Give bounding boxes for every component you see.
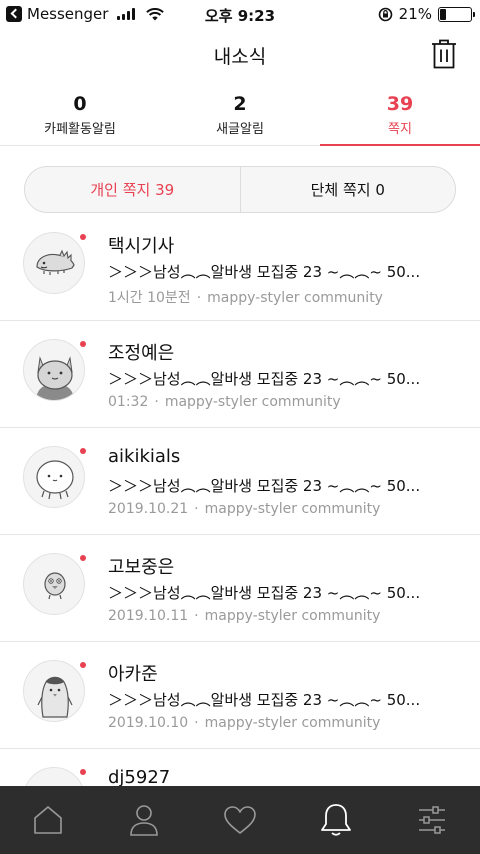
notification-category-tabs: 0 카페활동알림 2 새글알림 39 쪽지 xyxy=(0,88,480,146)
unread-dot xyxy=(80,662,86,668)
message-time: 2019.10.10 xyxy=(108,715,189,731)
tab-messages[interactable]: 39 쪽지 xyxy=(320,88,480,146)
battery-level-fill xyxy=(440,8,446,20)
sender-name: dj5927 xyxy=(108,767,171,788)
tab-profile[interactable] xyxy=(96,786,192,854)
home-icon xyxy=(34,806,62,834)
message-source: mappy-styler community xyxy=(164,394,341,410)
unread-dot xyxy=(80,555,86,561)
back-to-app-icon[interactable] xyxy=(6,6,22,22)
status-bar: Messenger 오후 9:23 21% xyxy=(0,0,480,28)
battery-icon xyxy=(438,6,475,22)
tab-new-posts[interactable]: 2 새글알림 xyxy=(160,88,320,145)
message-meta: 1시간 10분전 · mappy-styler community xyxy=(108,290,383,306)
message-preview: ＞＞＞남성︵︵알바생 모집중 23 ~︵︵~ 50... xyxy=(108,691,421,709)
header: 내소식 xyxy=(0,28,480,82)
ghost-avatar-icon xyxy=(36,460,74,500)
message-row[interactable]: 아카준 ＞＞＞남성︵︵알바생 모집중 23 ~︵︵~ 50... 2019.10… xyxy=(0,642,480,749)
unread-dot xyxy=(80,341,86,347)
person-icon xyxy=(130,805,158,836)
message-source: mappy-styler community xyxy=(204,608,381,624)
battery-percent: 21% xyxy=(398,5,432,23)
message-meta: 2019.10.21 · mappy-styler community xyxy=(108,501,381,517)
bell-icon xyxy=(321,804,351,836)
message-row[interactable]: aikikials ＞＞＞남성︵︵알바생 모집중 23 ~︵︵~ 50... 2… xyxy=(0,428,480,535)
dinosaur-avatar-icon xyxy=(36,249,75,275)
unread-dot xyxy=(80,448,86,454)
penguin-avatar-icon xyxy=(37,676,73,718)
cellular-signal-icon xyxy=(117,8,136,20)
messages-count: 39 xyxy=(386,93,414,115)
group-messages-button[interactable]: 단체 쪽지 0 xyxy=(239,167,456,212)
rotation-lock-icon xyxy=(378,7,392,21)
avatar[interactable] xyxy=(23,446,85,508)
message-preview: ＞＞＞남성︵︵알바생 모집중 23 ~︵︵~ 50... xyxy=(108,584,421,602)
message-meta: 2019.10.10 · mappy-styler community xyxy=(108,715,381,731)
message-time: 2019.10.21 xyxy=(108,501,189,517)
message-preview: ＞＞＞남성︵︵알바생 모집중 23 ~︵︵~ 50... xyxy=(108,370,421,388)
message-source: mappy-styler community xyxy=(204,501,381,517)
cat-avatar-icon xyxy=(36,356,74,400)
settings-sliders-icon xyxy=(419,806,445,834)
new-posts-count: 2 xyxy=(233,93,247,115)
page-title: 내소식 xyxy=(213,46,267,68)
heart-icon xyxy=(224,806,256,834)
message-row[interactable]: 택시기사 ＞＞＞남성︵︵알바생 모집중 23 ~︵︵~ 50... 1시간 10… xyxy=(0,214,480,321)
message-meta: 2019.10.11 · mappy-styler community xyxy=(108,608,381,624)
unread-dot xyxy=(80,234,86,240)
sender-name: 조정예은 xyxy=(108,343,175,364)
sender-name: 고보중은 xyxy=(108,557,175,578)
trash-icon[interactable] xyxy=(430,38,458,70)
back-app-name[interactable]: Messenger xyxy=(27,5,108,23)
message-row[interactable]: 고보중은 ＞＞＞남성︵︵알바생 모집중 23 ~︵︵~ 50... 2019.1… xyxy=(0,535,480,642)
message-source: mappy-styler community xyxy=(204,715,381,731)
message-time: 01:32 xyxy=(108,394,149,410)
cafe-activity-label: 카페활동알림 xyxy=(44,122,116,137)
tab-favorites[interactable] xyxy=(192,786,288,854)
sender-name: 아카준 xyxy=(108,664,158,685)
message-list: 택시기사 ＞＞＞남성︵︵알바생 모집중 23 ~︵︵~ 50... 1시간 10… xyxy=(0,214,480,854)
tab-settings[interactable] xyxy=(384,786,480,854)
message-row[interactable]: 조정예은 ＞＞＞남성︵︵알바생 모집중 23 ~︵︵~ 50... 01:32 ·… xyxy=(0,321,480,428)
tab-cafe-activity[interactable]: 0 카페활동알림 xyxy=(0,88,160,145)
personal-messages-button[interactable]: 개인 쪽지 39 xyxy=(25,167,240,212)
wifi-icon xyxy=(146,7,165,20)
new-posts-label: 새글알림 xyxy=(216,122,264,137)
message-meta: 01:32 · mappy-styler community xyxy=(108,394,341,410)
avatar[interactable] xyxy=(23,660,85,722)
messages-label: 쪽지 xyxy=(388,122,412,137)
message-time: 2019.10.11 xyxy=(108,608,189,624)
message-preview: ＞＞＞남성︵︵알바생 모집중 23 ~︵︵~ 50... xyxy=(108,263,421,281)
cafe-activity-count: 0 xyxy=(73,93,87,115)
avatar[interactable] xyxy=(23,339,85,401)
unread-dot xyxy=(80,769,86,775)
avatar[interactable] xyxy=(23,232,85,294)
tab-home[interactable] xyxy=(0,786,96,854)
message-source: mappy-styler community xyxy=(207,290,383,306)
chick-avatar-icon xyxy=(44,572,66,600)
message-preview: ＞＞＞남성︵︵알바생 모집중 23 ~︵︵~ 50... xyxy=(108,477,421,495)
avatar[interactable] xyxy=(23,553,85,615)
message-time: 1시간 10분전 xyxy=(108,290,191,306)
sender-name: aikikials xyxy=(108,446,181,467)
tab-notifications[interactable] xyxy=(288,786,384,854)
message-type-segment: 개인 쪽지 39 단체 쪽지 0 xyxy=(24,166,456,213)
sender-name: 택시기사 xyxy=(108,236,175,257)
bottom-tab-bar xyxy=(0,786,480,854)
